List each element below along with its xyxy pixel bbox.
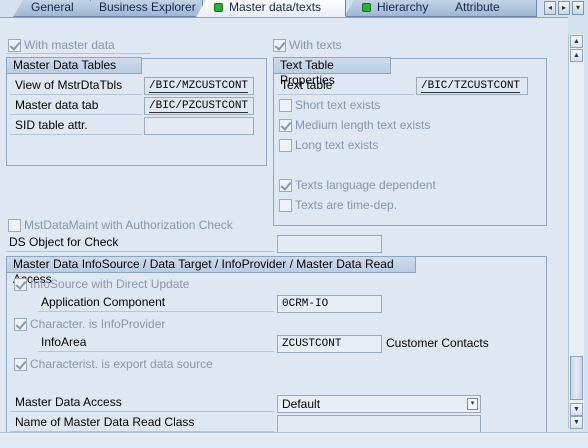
sid-label: SID table attr. xyxy=(10,117,142,135)
text-table-properties-title: Text Table Properties xyxy=(273,57,391,87)
master-data-tab-field[interactable]: /BIC/PZCUSTCONT xyxy=(144,97,254,115)
direct-update-checkbox[interactable] xyxy=(14,278,27,291)
short-text-label: Short text exists xyxy=(295,98,381,112)
infoarea-label: InfoArea xyxy=(38,334,274,352)
master-data-access-dropdown[interactable]: Default ▾ xyxy=(277,395,481,413)
tab-label: Attribute xyxy=(455,0,500,14)
scroll-down-button-2[interactable]: ▼ xyxy=(570,416,583,429)
text-table-label: Text table xyxy=(278,77,414,95)
long-text-label: Long text exists xyxy=(295,138,379,152)
language-dependent-label: Texts language dependent xyxy=(295,178,436,192)
master-data-texts-panel: With master data With texts Master Data … xyxy=(0,17,568,432)
tab-master-data-texts[interactable]: Master data/texts xyxy=(196,0,346,17)
arrow-down-icon: ▼ xyxy=(573,419,580,426)
tab-attribute[interactable]: Attribute xyxy=(437,0,537,17)
is-infoprovider-checkbox[interactable] xyxy=(14,318,27,331)
green-status-icon xyxy=(362,3,371,12)
scroll-up-button-2[interactable]: ▲ xyxy=(570,49,583,62)
with-texts-checkbox[interactable] xyxy=(273,39,286,52)
long-text-checkbox[interactable] xyxy=(279,139,292,152)
with-master-data-label: With master data xyxy=(24,38,115,52)
tab-label: Master data/texts xyxy=(229,0,322,14)
read-class-label: Name of Master Data Read Class xyxy=(10,414,274,432)
time-dependent-checkbox[interactable] xyxy=(279,199,292,212)
menu-icon: ▾ xyxy=(575,3,580,12)
scroll-tabs-right-button[interactable]: ▸ xyxy=(558,1,570,15)
arrow-up-icon: ▲ xyxy=(573,38,580,45)
scroll-tabs-left-button[interactable]: ◂ xyxy=(544,1,556,15)
with-master-data-checkbox[interactable] xyxy=(8,39,21,52)
bottom-strip xyxy=(0,432,588,448)
time-dependent-label: Texts are time-dep. xyxy=(295,198,398,212)
master-data-tab-label: Master data tab xyxy=(10,97,142,115)
with-texts-label: With texts xyxy=(289,38,342,52)
dropdown-arrow-icon[interactable]: ▾ xyxy=(467,398,478,410)
short-text-checkbox[interactable] xyxy=(279,99,292,112)
medium-text-checkbox[interactable] xyxy=(279,119,292,132)
green-status-icon xyxy=(214,3,223,12)
app-component-field[interactable]: 0CRM-IO xyxy=(277,295,382,313)
scroll-up-button[interactable]: ▲ xyxy=(570,35,583,48)
read-class-field[interactable] xyxy=(277,415,481,432)
view-label: View of MstrDtaTbls xyxy=(10,77,142,95)
export-source-label: Characterist. is export data source xyxy=(30,357,213,371)
ds-object-field[interactable] xyxy=(277,235,382,253)
scroll-down-button[interactable]: ▼ xyxy=(570,403,583,416)
medium-text-label: Medium length text exists xyxy=(295,118,431,132)
tab-label: General xyxy=(31,0,74,14)
tab-general[interactable]: General xyxy=(13,0,91,17)
view-field[interactable]: /BIC/MZCUSTCONT xyxy=(144,77,254,95)
tab-label: Hierarchy xyxy=(377,0,429,14)
app-component-label: Application Component xyxy=(38,294,274,312)
text-table-field[interactable]: /BIC/TZCUSTCONT xyxy=(416,77,528,95)
arrow-right-icon: ▸ xyxy=(561,3,566,12)
tab-hierarchy[interactable]: Hierarchy xyxy=(344,0,448,17)
scrollbar-thumb[interactable] xyxy=(570,356,583,400)
tab-list-menu-button[interactable]: ▾ xyxy=(572,1,584,15)
arrow-up-icon: ▲ xyxy=(573,52,580,59)
tab-label: Business Explorer xyxy=(99,0,196,14)
tab-business-explorer[interactable]: Business Explorer xyxy=(81,0,203,17)
divider xyxy=(6,53,151,54)
vertical-scrollbar[interactable]: ▲ ▲ ▼ ▼ xyxy=(568,34,584,429)
auth-check-label: MstDataMaint with Authorization Check xyxy=(24,218,233,232)
is-infoprovider-label: Character. is InfoProvider xyxy=(30,317,166,331)
master-data-tables-title: Master Data Tables xyxy=(6,57,142,74)
export-source-checkbox[interactable] xyxy=(14,358,27,371)
sid-field[interactable] xyxy=(144,117,254,135)
arrow-left-icon: ◂ xyxy=(547,3,552,12)
language-dependent-checkbox[interactable] xyxy=(279,179,292,192)
ds-object-label: DS Object for Check xyxy=(6,234,274,252)
infoarea-field[interactable]: ZCUSTCONT xyxy=(277,335,382,353)
arrow-down-icon: ▼ xyxy=(573,406,580,413)
access-label: Master Data Access xyxy=(10,394,274,412)
infosource-group-title: Master Data InfoSource / Data Target / I… xyxy=(6,256,416,286)
direct-update-label: InfoSource with Direct Update xyxy=(30,277,190,291)
auth-check-checkbox[interactable] xyxy=(8,219,21,232)
infoarea-description: Customer Contacts xyxy=(386,336,489,350)
tab-strip: General Business Explorer Hierarchy Attr… xyxy=(0,0,588,17)
